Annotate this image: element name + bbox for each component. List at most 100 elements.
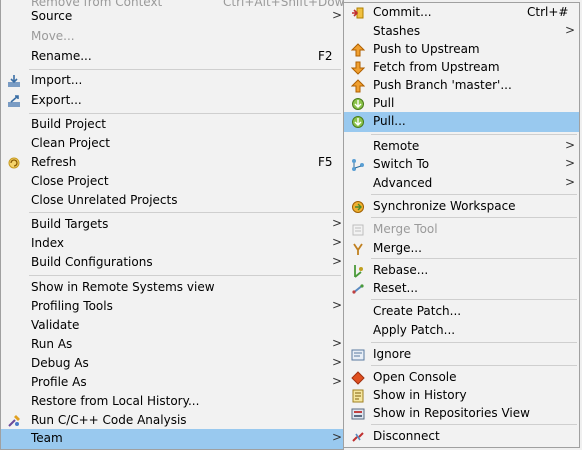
menu-separator: [29, 212, 341, 213]
console-icon: [351, 371, 365, 385]
menu-separator: [371, 217, 577, 218]
menu-item-create-patch[interactable]: Create Patch...: [344, 302, 579, 322]
menu-item-label: Index: [31, 236, 65, 250]
menu-item-close-project[interactable]: Close Project: [1, 172, 343, 192]
menu-item-synchronize-workspace[interactable]: Synchronize Workspace: [344, 197, 579, 217]
merge-tool-icon: [352, 224, 364, 236]
menu-item-run-code-analysis[interactable]: Run C/C++ Code Analysis: [1, 411, 343, 431]
repositories-icon: [351, 408, 365, 420]
menu-item-merge-tool[interactable]: Merge Tool: [344, 220, 579, 240]
menu-item-team[interactable]: Team >: [1, 429, 343, 449]
menu-item-build-configurations[interactable]: Build Configurations >: [1, 253, 343, 273]
menu-item-label: Advanced: [373, 176, 433, 190]
submenu-arrow-icon: >: [332, 254, 343, 268]
menu-item-label: Close Project: [31, 174, 109, 188]
menu-item-apply-patch[interactable]: Apply Patch...: [344, 321, 579, 341]
menu-item-show-in-remote-systems[interactable]: Show in Remote Systems view: [1, 278, 343, 298]
menu-item-label: Create Patch...: [373, 304, 462, 318]
menu-item-move[interactable]: Move...: [1, 27, 343, 47]
menu-item-label: Remote: [373, 139, 420, 153]
menu-item-pull-dialog[interactable]: Pull...: [344, 112, 579, 132]
submenu-arrow-icon: >: [332, 235, 343, 249]
ignore-icon: [351, 349, 365, 361]
menu-item-label: Build Project: [31, 117, 106, 131]
menu-item-label: Apply Patch...: [373, 323, 456, 337]
disconnect-icon: [352, 432, 364, 442]
menu-item-rebase[interactable]: Rebase...: [344, 261, 579, 281]
rebase-icon: [354, 265, 363, 278]
refresh-icon: [8, 157, 20, 169]
menu-item-build-targets[interactable]: Build Targets >: [1, 215, 343, 235]
menu-item-open-console[interactable]: Open Console: [344, 368, 579, 388]
menu-item-label: Pull: [373, 96, 395, 110]
menu-item-source[interactable]: Source >: [1, 7, 343, 27]
menu-item-show-in-history[interactable]: Show in History: [344, 386, 579, 406]
menu-item-run-as[interactable]: Run As >: [1, 335, 343, 355]
menu-item-validate[interactable]: Validate: [1, 316, 343, 336]
menu-item-label: Synchronize Workspace: [373, 199, 516, 213]
menu-item-merge[interactable]: Merge...: [344, 239, 579, 259]
menu-item-clean-project[interactable]: Clean Project: [1, 134, 343, 154]
menu-item-label: Export...: [31, 93, 82, 107]
menu-item-accelerator: F5: [318, 155, 333, 169]
menu-item-stashes[interactable]: Stashes >: [344, 22, 579, 42]
menu-item-switch-to[interactable]: Switch To >: [344, 155, 579, 175]
synchronize-icon: [352, 201, 364, 213]
menu-item-ignore[interactable]: Ignore: [344, 345, 579, 365]
menu-item-debug-as[interactable]: Debug As >: [1, 354, 343, 374]
menu-item-refresh[interactable]: Refresh F5: [1, 153, 343, 173]
menu-separator: [371, 299, 577, 300]
menu-item-import[interactable]: Import...: [1, 71, 343, 91]
menu-item-profile-as[interactable]: Profile As >: [1, 373, 343, 393]
menu-item-disconnect[interactable]: Disconnect: [344, 427, 579, 447]
export-icon: [8, 95, 20, 107]
menu-separator: [371, 365, 577, 366]
menu-item-label: Rebase...: [373, 263, 429, 277]
submenu-arrow-icon: >: [565, 138, 576, 152]
import-icon: [8, 75, 20, 87]
menu-item-label: Show in History: [373, 388, 467, 402]
menu-separator: [29, 275, 341, 276]
team-submenu: Commit... Ctrl+# Stashes > Push to Upstr…: [343, 2, 580, 448]
menu-item-restore-from-local-history[interactable]: Restore from Local History...: [1, 392, 343, 412]
submenu-arrow-icon: >: [332, 355, 343, 369]
menu-separator: [29, 69, 341, 70]
history-icon: [352, 389, 364, 403]
menu-item-push-to-upstream[interactable]: Push to Upstream: [344, 40, 579, 60]
menu-item-index[interactable]: Index >: [1, 234, 343, 254]
menu-item-label: Stashes: [373, 24, 421, 38]
menu-item-label: Profile As: [31, 375, 87, 389]
submenu-arrow-icon: >: [565, 23, 576, 37]
menu-item-label: Open Console: [373, 370, 457, 384]
menu-item-label: Build Targets: [31, 217, 109, 231]
menu-item-profiling-tools[interactable]: Profiling Tools >: [1, 297, 343, 317]
menu-item-rename[interactable]: Rename... F2: [1, 47, 343, 67]
menu-item-export[interactable]: Export...: [1, 91, 343, 111]
menu-item-pull[interactable]: Pull: [344, 94, 579, 114]
menu-item-label: Ignore: [373, 347, 412, 361]
menu-item-label: Profiling Tools: [31, 299, 113, 313]
menu-item-label: Push to Upstream: [373, 42, 480, 56]
menu-item-label: Reset...: [373, 281, 418, 295]
menu-item-label: Commit...: [373, 5, 432, 19]
menu-item-label: Clean Project: [31, 136, 110, 150]
switch-to-icon: [352, 159, 364, 171]
menu-item-commit[interactable]: Commit... Ctrl+#: [344, 3, 579, 23]
menu-item-label: Push Branch 'master'...: [373, 78, 512, 92]
menu-item-label: Refresh: [31, 155, 77, 169]
menu-item-remote[interactable]: Remote >: [344, 137, 579, 157]
pull-dialog-icon: [352, 116, 364, 128]
submenu-arrow-icon: >: [332, 430, 343, 444]
menu-separator: [371, 424, 577, 425]
menu-item-label: Close Unrelated Projects: [31, 193, 178, 207]
menu-item-build-project[interactable]: Build Project: [1, 115, 343, 135]
code-analysis-icon: [8, 415, 20, 427]
push-branch-icon: [351, 79, 365, 93]
menu-item-close-unrelated-projects[interactable]: Close Unrelated Projects: [1, 191, 343, 211]
menu-item-advanced[interactable]: Advanced >: [344, 174, 579, 194]
menu-item-show-in-repositories-view[interactable]: Show in Repositories View: [344, 404, 579, 424]
menu-item-fetch-from-upstream[interactable]: Fetch from Upstream: [344, 58, 579, 78]
menu-item-reset[interactable]: Reset...: [344, 279, 579, 299]
menu-item-label: Validate: [31, 318, 80, 332]
menu-item-push-branch[interactable]: Push Branch 'master'...: [344, 76, 579, 96]
